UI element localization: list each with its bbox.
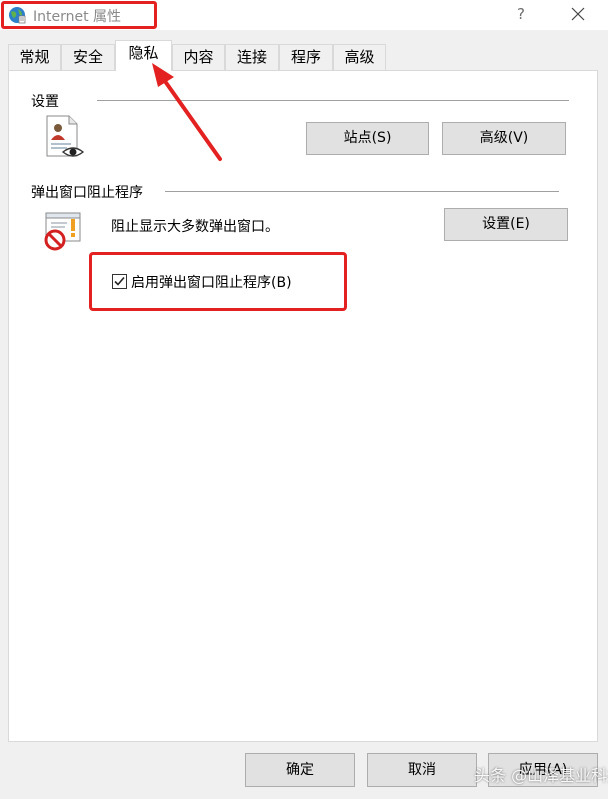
annotation-arrow-icon	[152, 63, 222, 161]
advanced-button[interactable]: 高级(V)	[442, 122, 566, 155]
privacy-settings-icon	[46, 115, 85, 157]
help-button[interactable]: ?	[510, 3, 532, 25]
ok-button[interactable]: 确定	[245, 753, 355, 787]
watermark-text: 头条 @山泽基业科技	[474, 766, 608, 785]
tab-advanced[interactable]: 高级	[333, 44, 386, 70]
tab-security[interactable]: 安全	[61, 44, 115, 70]
cancel-button[interactable]: 取消	[367, 753, 477, 787]
close-button[interactable]	[566, 3, 590, 25]
popup-group-title: 弹出窗口阻止程序	[31, 182, 145, 202]
title-annotation-box	[1, 1, 157, 29]
popup-settings-button[interactable]: 设置(E)	[444, 208, 568, 241]
title-bar: Internet 属性 ?	[0, 0, 608, 30]
tab-programs[interactable]: 程序	[279, 44, 333, 70]
popup-group-divider	[165, 191, 559, 192]
tab-general[interactable]: 常规	[8, 44, 61, 70]
popup-blocker-icon	[44, 212, 81, 251]
sites-button[interactable]: 站点(S)	[306, 122, 429, 155]
privacy-panel: 设置 站点(S) 高级(V) 弹出窗口阻止程序 阻止显示大多数弹出窗口。 设置(…	[8, 70, 598, 742]
tab-connections[interactable]: 连接	[225, 44, 279, 70]
checkbox-annotation-box	[89, 252, 347, 311]
close-icon	[571, 7, 585, 21]
popup-description: 阻止显示大多数弹出窗口。	[111, 219, 279, 235]
settings-group-title: 设置	[31, 91, 61, 111]
